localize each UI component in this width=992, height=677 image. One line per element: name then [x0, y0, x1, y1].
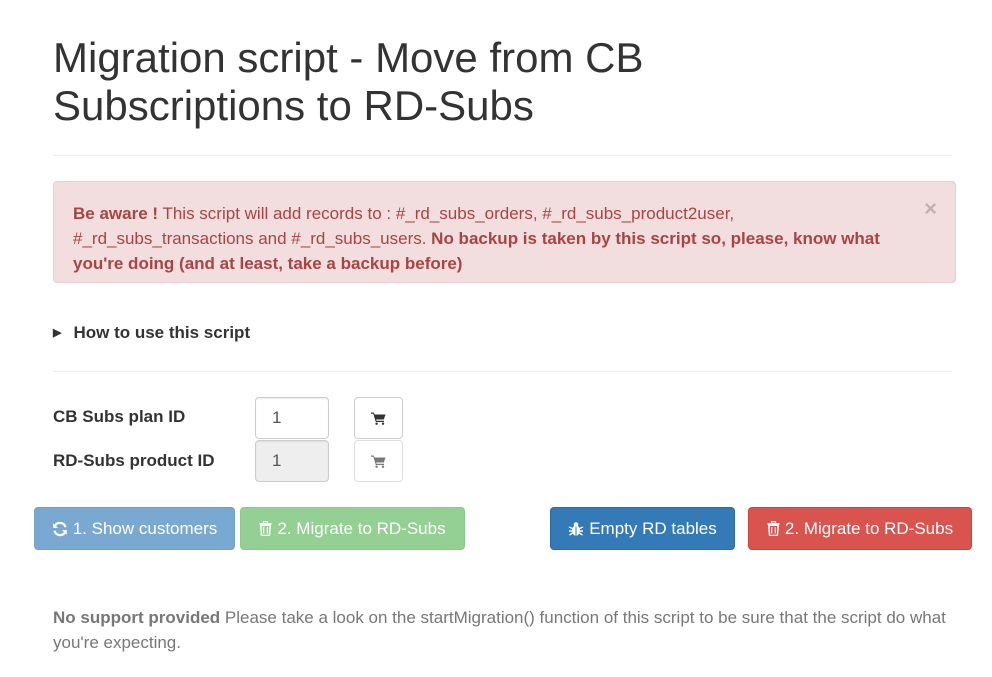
cb-plan-id-input[interactable] — [255, 397, 329, 439]
refresh-icon — [52, 521, 67, 536]
page-title: Migration script - Move from CB Subscrip… — [53, 34, 644, 129]
divider-middle — [53, 371, 952, 372]
show-customers-label: 1. Show customers — [72, 519, 218, 538]
alert-strong-prefix: Be aware ! — [73, 204, 159, 223]
rd-product-id-label: RD-Subs product ID — [53, 451, 215, 470]
rd-product-id-input[interactable] — [255, 440, 329, 482]
triangle-right-icon: ▶ — [53, 327, 62, 339]
show-customers-button[interactable]: 1. Show customers — [34, 507, 235, 550]
empty-rd-tables-label: Empty RD tables — [589, 519, 717, 538]
empty-rd-tables-button[interactable]: Empty RD tables — [550, 507, 735, 550]
migrate-green-label: 2. Migrate to RD-Subs — [277, 519, 446, 538]
how-to-use-toggle[interactable]: ▶ How to use this script — [53, 320, 250, 346]
migrate-red-label: 2. Migrate to RD-Subs — [784, 519, 954, 538]
footer-note: No support provided Please take a look o… — [53, 605, 952, 655]
cb-plan-cart-button[interactable] — [354, 397, 403, 439]
bug-icon — [568, 521, 584, 536]
alert-text: Be aware ! This script will add records … — [73, 201, 893, 276]
migrate-to-rd-subs-green-button[interactable]: 2. Migrate to RD-Subs — [240, 507, 465, 550]
trash-icon — [259, 521, 272, 536]
warning-alert: Be aware ! This script will add records … — [53, 181, 956, 283]
migrate-to-rd-subs-red-button[interactable]: 2. Migrate to RD-Subs — [748, 507, 972, 550]
close-icon[interactable]: × — [924, 198, 937, 220]
cb-plan-id-label: CB Subs plan ID — [53, 407, 186, 426]
shopping-cart-icon — [371, 412, 386, 425]
footer-strong: No support provided — [53, 608, 221, 627]
page: Migration script - Move from CB Subscrip… — [0, 0, 992, 677]
rd-product-cart-button[interactable] — [354, 440, 403, 482]
shopping-cart-icon — [371, 455, 386, 468]
divider-top — [53, 155, 952, 156]
trash-icon — [767, 521, 780, 536]
how-to-use-label: How to use this script — [73, 323, 251, 342]
